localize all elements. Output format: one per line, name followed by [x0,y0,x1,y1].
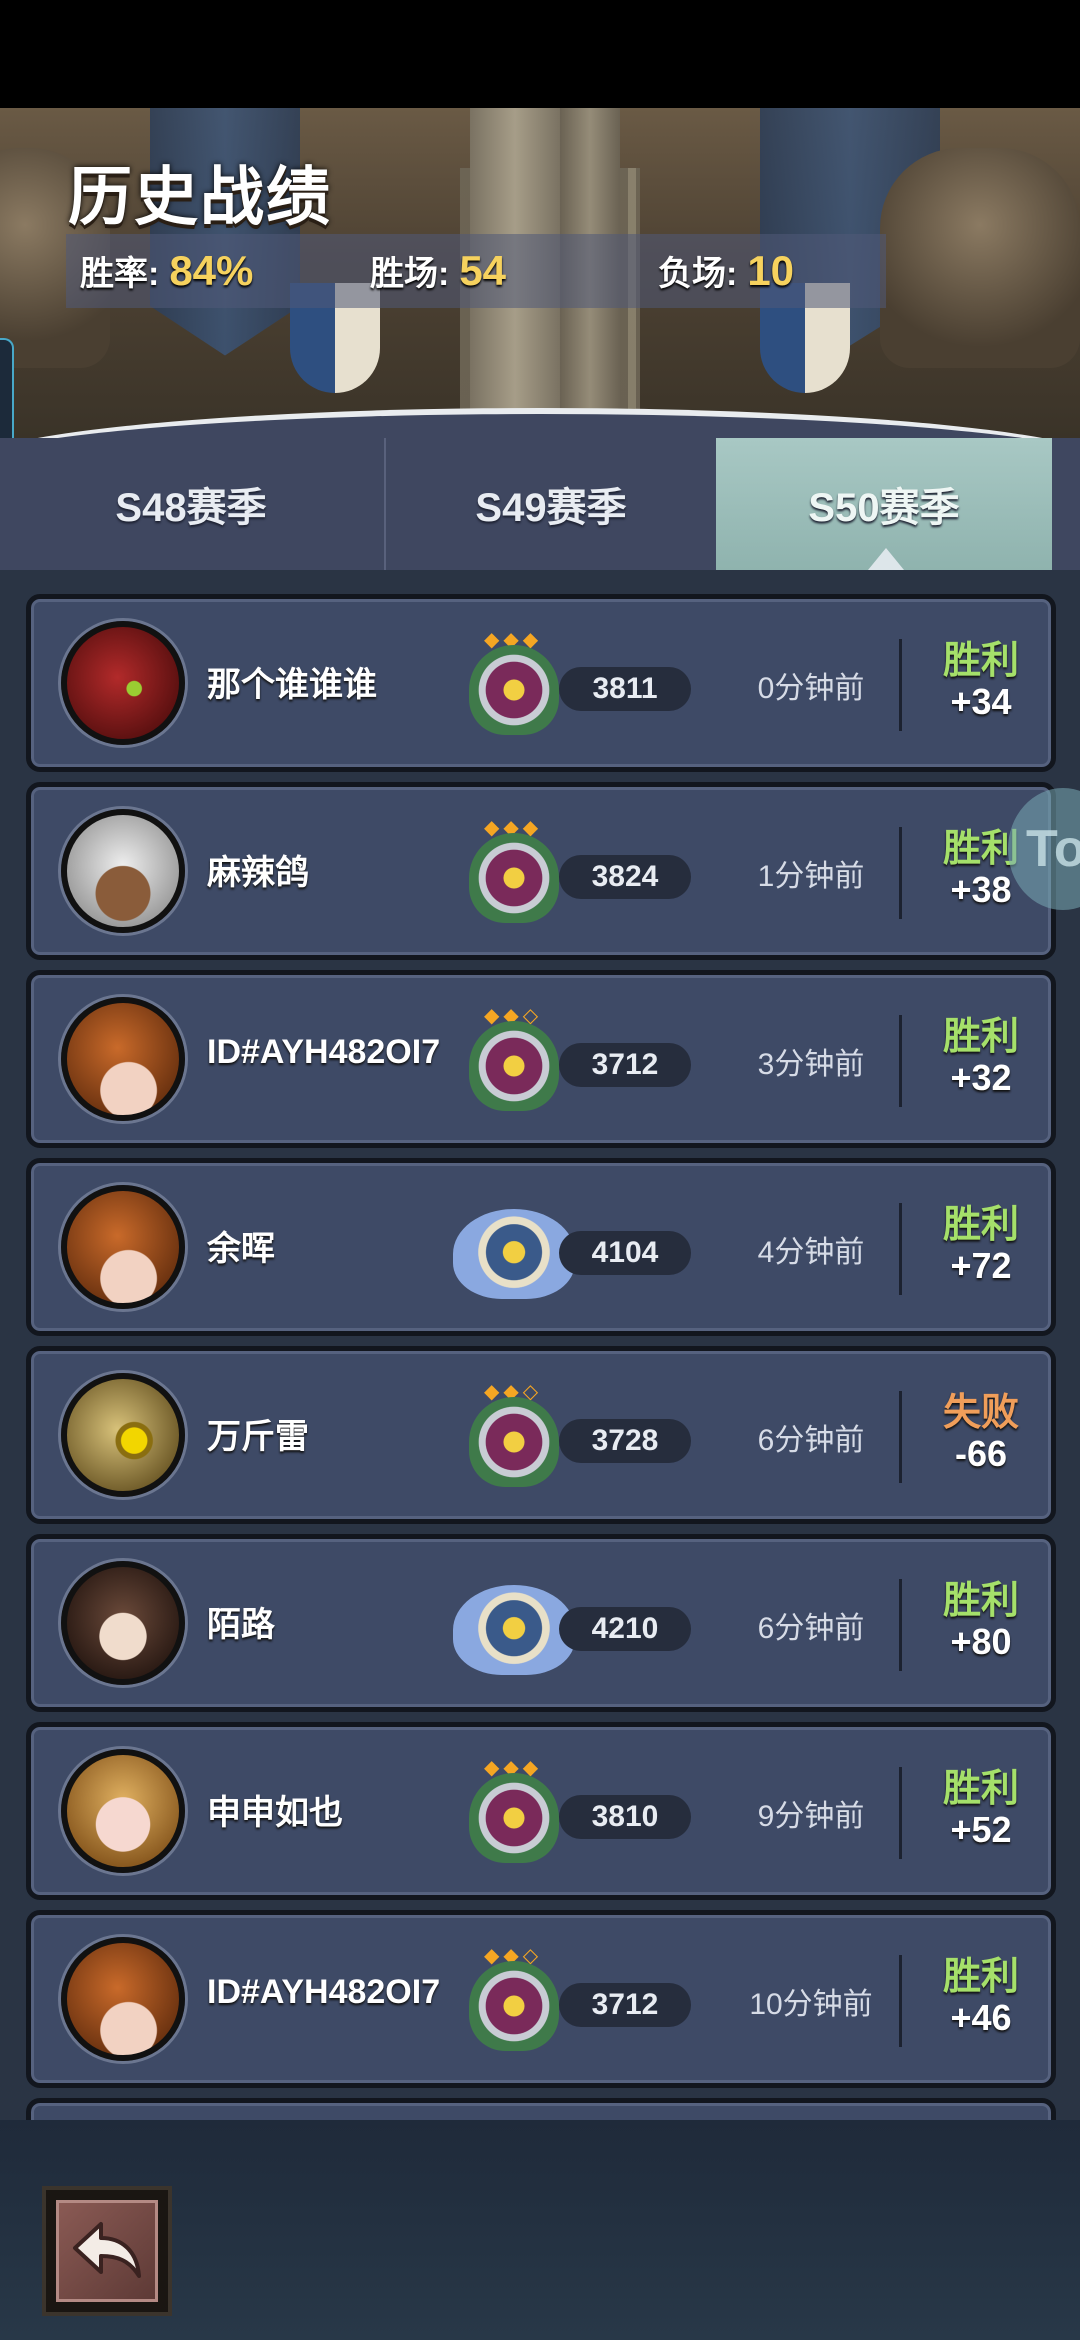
win-rate-label: 胜率: [80,255,160,293]
crown-rank-badge-icon: ◆◆◆ [459,815,569,927]
match-result: 胜利 [942,1580,1019,1622]
divider [899,827,902,919]
divider [899,1391,902,1483]
win-rate-value: 84% [169,247,254,294]
crown-rank-badge-icon: ◆◆◇ [459,1379,569,1491]
match-result: 胜利 [942,1204,1019,1246]
opponent-name: 申申如也 [207,1794,343,1832]
match-row[interactable]: 万斤雷 ◆◆◇ 3728 6分钟前 失败 -66 [26,1346,1056,1524]
losses-stat: 负场: 10 [658,246,794,295]
match-history-list[interactable]: 那个谁谁谁 ◆◆◆ 3811 0分钟前 胜利 +34 麻辣鸽 ◆◆◆ 3824 … [0,570,1080,2120]
divider [899,639,902,731]
winged-rank-badge-icon [453,1567,575,1679]
white-hair-girl-avatar[interactable] [61,809,185,933]
rank-score: 3728 [559,1419,691,1463]
score-delta: -66 [954,1433,1008,1474]
blonde-avatar[interactable] [61,1749,185,1873]
crown-rank-badge-icon: ◆◆◇ [459,1943,569,2055]
wins-value: 54 [459,247,507,294]
score-delta: +46 [950,1997,1012,2038]
divider [899,1203,902,1295]
divider [899,1015,902,1107]
monkey-king-avatar[interactable] [61,1561,185,1685]
opponent-name: 陌路 [207,1606,275,1644]
season-tabs: S48赛季 S49赛季 S50赛季 [0,438,1080,570]
back-arrow-icon [56,2200,158,2302]
match-row[interactable]: ID#AYH482OI7 ◆◆◇ 3712 3分钟前 胜利 +32 [26,970,1056,1148]
match-row[interactable]: ID#AYH482OI7 ◆◆◇ 3712 10分钟前 胜利 +46 [26,1910,1056,2088]
match-row[interactable]: 申申如也 ◆◆◆ 3810 9分钟前 胜利 +52 [26,1722,1056,1900]
match-time: 0分钟前 [757,672,865,705]
divider [899,1767,902,1859]
losses-value: 10 [747,247,795,294]
wins-label: 胜场: [370,255,450,293]
match-row[interactable]: 那个谁谁谁 ◆◆◆ 3811 0分钟前 胜利 +34 [26,594,1056,772]
crown-rank-badge-icon: ◆◆◆ [459,1755,569,1867]
opponent-name: 麻辣鸽 [207,854,309,892]
losses-label: 负场: [658,255,738,293]
page-title: 历史战绩 [68,161,332,233]
rank-score: 3712 [559,1043,691,1087]
mech-avatar[interactable] [61,621,185,745]
match-time: 6分钟前 [757,1424,865,1457]
match-row-partial[interactable]: ◆◇◇ [26,2098,1056,2120]
match-row[interactable]: 陌路 4210 6分钟前 胜利 +80 [26,1534,1056,1712]
match-row[interactable]: 麻辣鸽 ◆◆◆ 3824 1分钟前 胜利 +38 [26,782,1056,960]
opponent-name: 那个谁谁谁 [207,666,377,704]
bottom-bar [0,2120,1080,2340]
score-delta: +34 [950,681,1012,722]
status-bar [0,0,1080,108]
crown-rank-badge-icon: ◆◆◆ [459,627,569,739]
rank-score: 4210 [559,1607,691,1651]
match-result: 失败 [942,1392,1019,1434]
tab-s49[interactable]: S49赛季 [384,438,716,570]
sphere-avatar[interactable] [61,1373,185,1497]
opponent-name: 余晖 [207,1230,275,1268]
match-result: 胜利 [942,1768,1019,1810]
match-time: 9分钟前 [757,1800,865,1833]
wins-stat: 胜场: 54 [370,246,506,295]
score-delta: +72 [950,1245,1012,1286]
opponent-name: ID#AYH482OI7 [207,1033,441,1071]
opponent-name: ID#AYH482OI7 [207,1973,441,2011]
match-time: 6分钟前 [757,1612,865,1645]
win-rate-stat: 胜率: 84% [80,246,253,295]
pumpkin-avatar[interactable] [61,1937,185,2061]
selected-tab-indicator [868,548,904,570]
pumpkin-avatar[interactable] [61,997,185,1121]
back-button[interactable] [42,2186,172,2316]
crown-rank-badge-icon: ◆◆◇ [459,1003,569,1115]
match-result: 胜利 [942,1016,1019,1058]
match-time: 10分钟前 [749,1988,873,2021]
match-result: 胜利 [942,1956,1019,1998]
score-delta: +52 [950,1809,1012,1850]
rank-score: 3712 [559,1983,691,2027]
match-time: 1分钟前 [757,860,865,893]
match-time: 3分钟前 [757,1048,865,1081]
score-delta: +80 [950,1621,1012,1662]
score-delta: +32 [950,1057,1012,1098]
opponent-name: 万斤雷 [207,1418,309,1456]
rank-score: 3824 [559,855,691,899]
stats-bar: 胜率: 84% 胜场: 54 负场: 10 [66,234,886,308]
tab-s48[interactable]: S48赛季 [0,438,382,570]
rank-score: 3811 [559,667,691,711]
divider [899,1579,902,1671]
rank-score: 4104 [559,1231,691,1275]
pumpkin-avatar[interactable] [61,1185,185,1309]
winged-rank-badge-icon [453,1191,575,1303]
divider [899,1955,902,2047]
match-row[interactable]: 余晖 4104 4分钟前 胜利 +72 [26,1158,1056,1336]
rank-score: 3810 [559,1795,691,1839]
match-result: 胜利 [942,640,1019,682]
match-time: 4分钟前 [757,1236,865,1269]
